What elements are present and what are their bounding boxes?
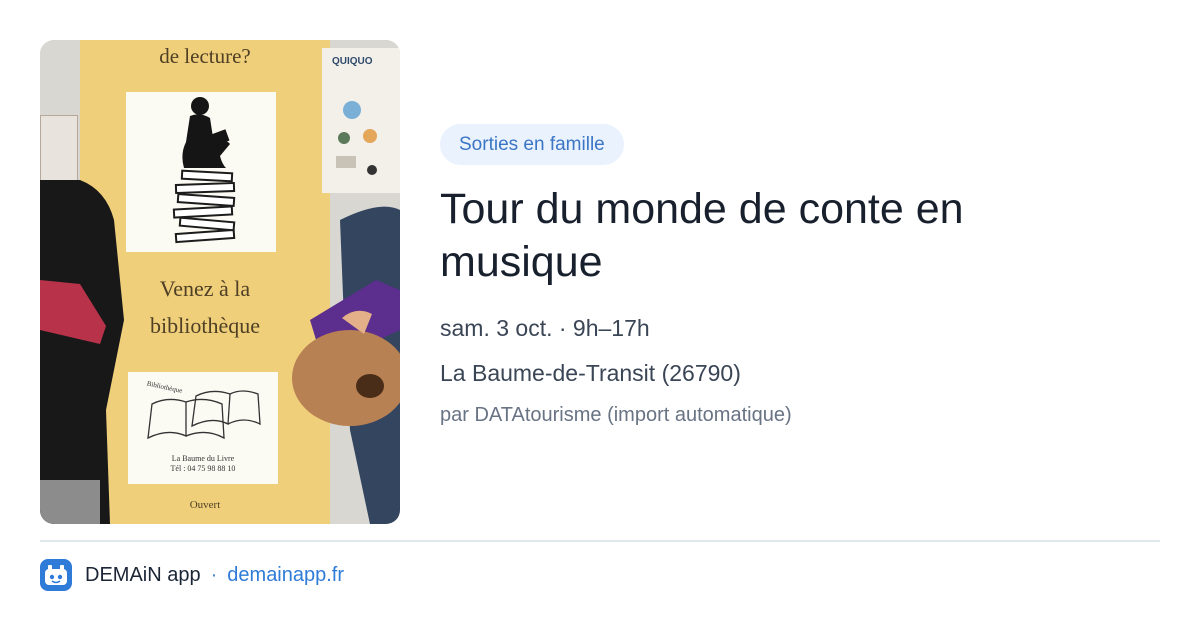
logo-arc-text: Bibliothèque [146, 380, 183, 395]
demain-app-icon[interactable] [40, 559, 72, 591]
library-logo-text: La Baume du Livre Tél : 04 75 98 88 10 [128, 454, 278, 474]
reader-illustration [126, 92, 276, 252]
app-website-link[interactable]: demainapp.fr [227, 564, 344, 587]
library-logo-box: Bibliothèque La Baume du Livre Tél : 04 … [128, 372, 278, 484]
event-preview-card: de lecture? Venez à la bibliothèque Bibl… [0, 0, 1200, 630]
event-source: par DATAtourisme (import automatique) [440, 404, 792, 426]
person-guitarist [280, 190, 400, 524]
banner-top-text: de lecture? [159, 44, 251, 68]
app-name: DEMAiN app [85, 563, 201, 586]
library-name: La Baume du Livre [171, 454, 235, 463]
event-location: La Baume-de-Transit (26790) [440, 360, 741, 386]
footer-divider [40, 540, 1160, 542]
wall-poster: QUIQUO [322, 48, 400, 193]
person-left [40, 180, 130, 524]
footer: DEMAiN app · demainapp.fr [40, 558, 344, 592]
footer-separator: · [210, 563, 218, 586]
event-datetime: sam. 3 oct. · 9h–17h [440, 315, 650, 341]
event-title: Tour du monde de conte en musique [440, 185, 964, 286]
event-photo[interactable]: de lecture? Venez à la bibliothèque Bibl… [40, 40, 400, 524]
library-phone: Tél : 04 75 98 88 10 [170, 464, 236, 473]
category-tag[interactable]: Sorties en famille [440, 124, 624, 165]
